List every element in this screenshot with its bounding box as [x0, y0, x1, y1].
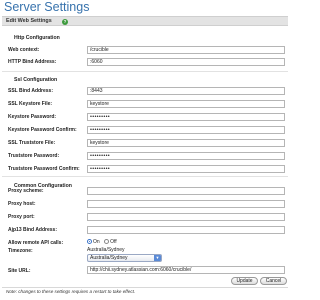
truststore-password-input[interactable]: •••••••••	[87, 152, 285, 160]
proxy-scheme-input[interactable]	[87, 187, 285, 195]
remote-api-off-label: Off	[110, 239, 117, 245]
dropdown-arrow-icon: ▼	[154, 255, 161, 261]
update-button[interactable]: Update	[231, 277, 258, 285]
ssl-section-title: Ssl Configuration	[14, 77, 58, 83]
ssl-keystore-file-input[interactable]: keystore	[87, 100, 285, 108]
panel-header: Edit Web Settings ?	[2, 16, 288, 26]
timezone-label: Timezone:	[8, 248, 33, 254]
proxy-host-label: Proxy host:	[8, 201, 36, 207]
help-icon[interactable]: ?	[62, 18, 68, 25]
ajp13-bind-address-input[interactable]	[87, 226, 285, 234]
page-title: Server Settings	[4, 0, 90, 14]
remote-api-radio-group: On Off	[87, 239, 120, 245]
remote-api-on-radio[interactable]	[87, 239, 92, 244]
keystore-password-confirm-label: Keystore Password Confirm:	[8, 127, 77, 133]
proxy-scheme-label: Proxy scheme:	[8, 188, 44, 194]
ajp13-bind-address-label: Ajp13 Bind Address:	[8, 227, 57, 233]
keystore-password-input[interactable]: •••••••••	[87, 113, 285, 121]
ssl-truststore-file-input[interactable]: keystore	[87, 139, 285, 147]
truststore-password-confirm-label: Truststore Password Confirm:	[8, 166, 80, 172]
restart-note-bar: Note: changes to these settings requires…	[2, 287, 288, 296]
timezone-selected-value: Australia/Sydney	[90, 255, 128, 261]
panel-title: Edit Web Settings	[6, 18, 52, 24]
cancel-button[interactable]: Cancel	[260, 277, 287, 285]
web-context-input[interactable]: /crucible	[87, 46, 285, 54]
remote-api-on-label: On	[93, 239, 100, 245]
site-url-label: Site URL:	[8, 268, 31, 274]
truststore-password-label: Truststore Password:	[8, 153, 60, 159]
proxy-host-input[interactable]	[87, 200, 285, 208]
http-section-title: Http Configuration	[14, 35, 60, 41]
http-bind-address-input[interactable]: :6060	[87, 58, 285, 66]
keystore-password-confirm-input[interactable]: •••••••••	[87, 126, 285, 134]
timezone-select[interactable]: Australia/Sydney ▼	[87, 254, 162, 262]
web-context-label: Web context:	[8, 47, 40, 53]
timezone-current-text: Australia/Sydney	[87, 247, 125, 253]
keystore-password-label: Keystore Password:	[8, 114, 57, 120]
ssl-bind-address-label: SSL Bind Address:	[8, 88, 54, 94]
truststore-password-confirm-input[interactable]: •••••••••	[87, 165, 285, 173]
proxy-port-input[interactable]	[87, 213, 285, 221]
site-url-input[interactable]: http://chii.sydney.atlassian.com:6060/cr…	[87, 266, 285, 274]
http-bind-address-label: HTTP Bind Address:	[8, 59, 57, 65]
proxy-port-label: Proxy port:	[8, 214, 35, 220]
restart-note: Note: changes to these settings requires…	[6, 289, 136, 294]
remote-api-label: Allow remote API calls:	[8, 240, 64, 246]
remote-api-off-radio[interactable]	[104, 239, 110, 244]
ssl-truststore-file-label: SSL Truststore File:	[8, 140, 56, 146]
ssl-bind-address-input[interactable]: :8443	[87, 87, 285, 95]
ssl-keystore-file-label: SSL Keystore File:	[8, 101, 53, 107]
